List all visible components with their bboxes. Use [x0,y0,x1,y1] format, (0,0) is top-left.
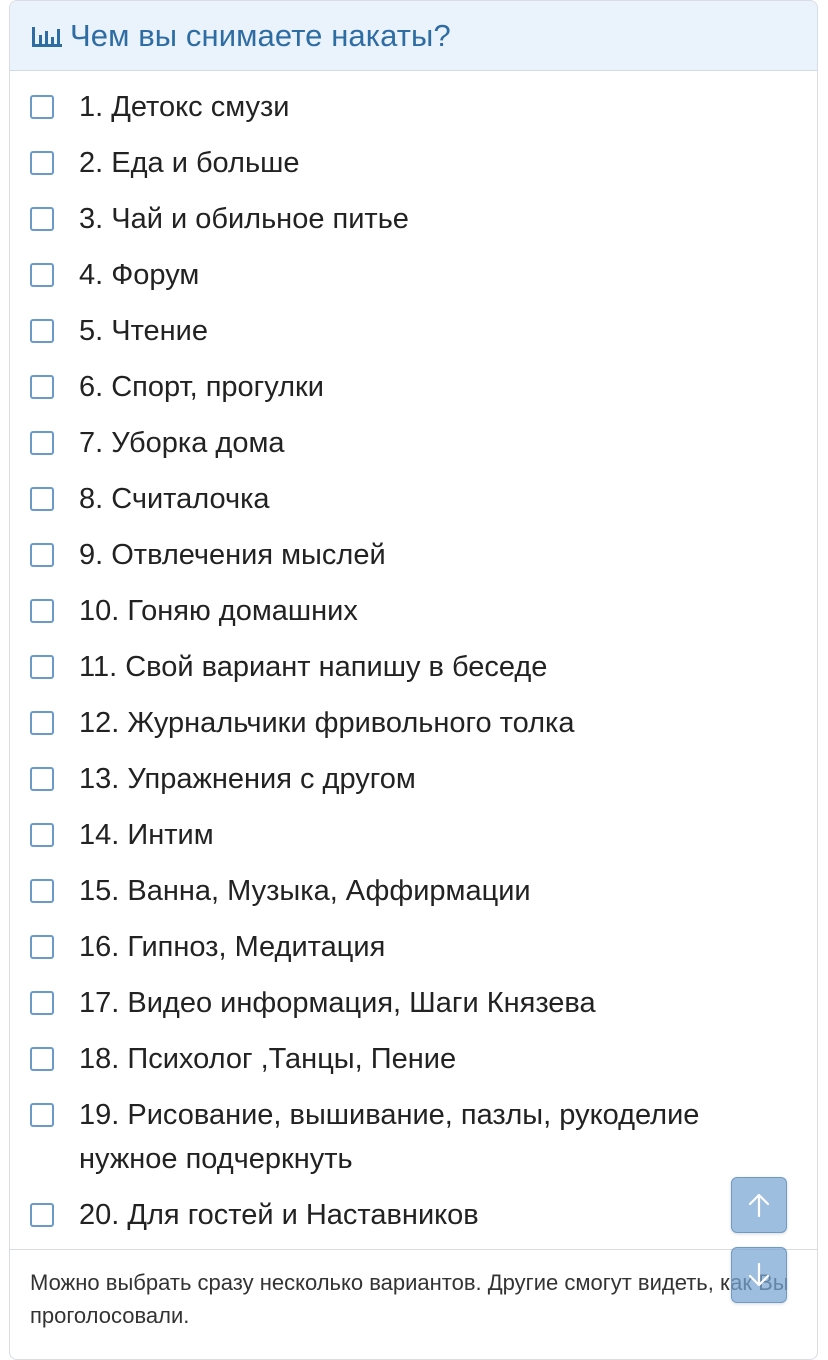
option-label: 16. Гипноз, Медитация [79,931,386,963]
option-label: 1. Детокс смузи [79,91,290,123]
poll-card: Чем вы снимаете накаты? 1. Детокс смузи 2… [9,0,818,1360]
option-checkbox[interactable] [30,823,54,847]
poll-option[interactable]: 8. Считалочка [10,471,817,527]
poll-footer-note: Можно выбрать сразу несколько вариантов.… [30,1270,789,1328]
option-label: 6. Спорт, прогулки [79,371,324,403]
option-label: 3. Чай и обильное питье [79,203,409,235]
option-checkbox[interactable] [30,599,54,623]
poll-option[interactable]: 18. Психолог ,Танцы, Пение [10,1031,817,1087]
option-checkbox[interactable] [30,375,54,399]
poll-option[interactable]: 19. Рисование, вышивание, пазлы, рукодел… [10,1087,817,1187]
poll-option[interactable]: 6. Спорт, прогулки [10,359,817,415]
option-label: 5. Чтение [79,315,208,347]
poll-option[interactable]: 5. Чтение [10,303,817,359]
option-label: 17. Видео информация, Шаги Князева [79,987,596,1019]
option-label: 13. Упражнения с другом [79,763,416,795]
poll-option[interactable]: 20. Для гостей и Наставников [10,1187,817,1243]
poll-option[interactable]: 12. Журнальчики фривольного толка [10,695,817,751]
option-checkbox[interactable] [30,1203,54,1227]
poll-option[interactable]: 16. Гипноз, Медитация [10,919,817,975]
poll-option[interactable]: 11. Свой вариант напишу в беседе [10,639,817,695]
arrow-up-icon [748,1193,770,1218]
option-label: 18. Психолог ,Танцы, Пение [79,1043,457,1075]
poll-option[interactable]: 1. Детокс смузи [10,79,817,135]
poll-header: Чем вы снимаете накаты? [10,1,817,71]
poll-option[interactable]: 15. Ванна, Музыка, Аффирмации [10,863,817,919]
option-label: 11. Свой вариант напишу в беседе [79,651,548,683]
poll-option[interactable]: 4. Форум [10,247,817,303]
option-checkbox[interactable] [30,543,54,567]
option-checkbox[interactable] [30,207,54,231]
poll-option[interactable]: 3. Чай и обильное питье [10,191,817,247]
option-label: 12. Журнальчики фривольного толка [79,707,575,739]
poll-option[interactable]: 9. Отвлечения мыслей [10,527,817,583]
option-checkbox[interactable] [30,991,54,1015]
poll-option[interactable]: 7. Уборка дома [10,415,817,471]
option-checkbox[interactable] [30,711,54,735]
option-label: 8. Считалочка [79,483,270,515]
option-checkbox[interactable] [30,319,54,343]
option-checkbox[interactable] [30,431,54,455]
option-label: 15. Ванна, Музыка, Аффирмации [79,875,531,907]
option-checkbox[interactable] [30,263,54,287]
option-checkbox[interactable] [30,95,54,119]
arrow-down-icon [748,1262,770,1287]
poll-option[interactable]: 13. Упражнения с другом [10,751,817,807]
poll-title: Чем вы снимаете накаты? [70,17,451,53]
option-checkbox[interactable] [30,151,54,175]
option-checkbox[interactable] [30,1103,54,1127]
option-label: 9. Отвлечения мыслей [79,539,386,571]
option-label: 4. Форум [79,259,200,291]
poll-option[interactable]: 17. Видео информация, Шаги Князева [10,975,817,1031]
option-label: 7. Уборка дома [79,427,285,459]
poll-option[interactable]: 14. Интим [10,807,817,863]
option-checkbox[interactable] [30,655,54,679]
option-label: 14. Интим [79,819,214,851]
scroll-down-button[interactable] [731,1247,787,1303]
poll-option[interactable]: 10. Гоняю домашних [10,583,817,639]
bar-chart-icon [32,26,62,47]
poll-option[interactable]: 2. Еда и больше [10,135,817,191]
option-checkbox[interactable] [30,935,54,959]
option-checkbox[interactable] [30,487,54,511]
option-checkbox[interactable] [30,879,54,903]
poll-options-list: 1. Детокс смузи 2. Еда и больше 3. Чай и о… [10,79,817,1243]
option-label: 10. Гоняю домашних [79,595,358,627]
option-checkbox[interactable] [30,1047,54,1071]
poll-footer: Можно выбрать сразу несколько вариантов.… [10,1249,817,1332]
option-label: 19. Рисование, вышивание, пазлы, рукодел… [79,1099,700,1175]
option-checkbox[interactable] [30,767,54,791]
scroll-up-button[interactable] [731,1177,787,1233]
option-label: 2. Еда и больше [79,147,300,179]
option-label: 20. Для гостей и Наставников [79,1199,479,1231]
